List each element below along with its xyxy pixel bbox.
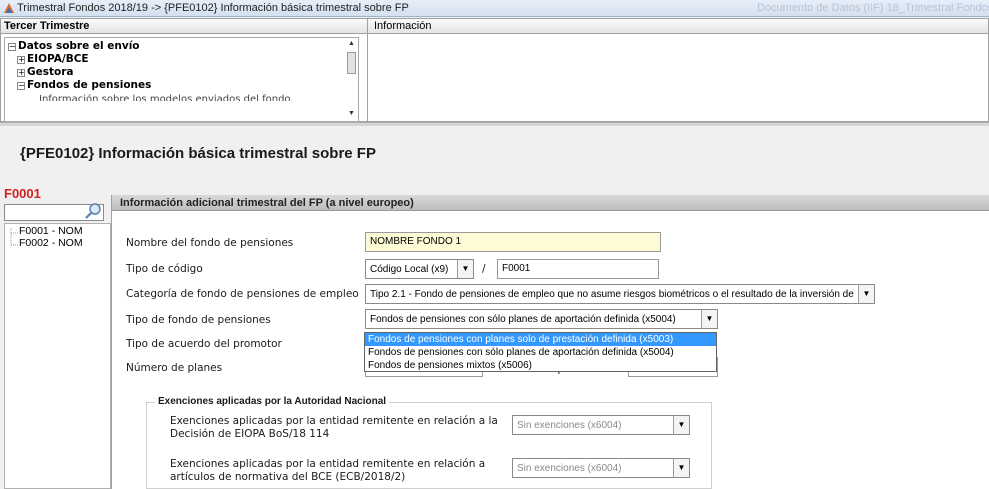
exenciones-group: Exenciones aplicadas por la Autoridad Na… (146, 396, 712, 489)
tipo-acuerdo-label: Tipo de acuerdo del promotor (126, 338, 282, 350)
tree-node-eiopa-bce[interactable]: + EIOPA/BCE (17, 53, 89, 65)
window-title-secondary: Documento de Datos (IIF) 18_Trimestral F… (757, 2, 989, 14)
tree-node-label: Gestora (27, 66, 74, 78)
dropdown-option[interactable]: Fondos de pensiones con planes solo de p… (365, 333, 716, 346)
dropdown-option[interactable]: Fondos de pensiones con sólo planes de a… (365, 346, 716, 359)
fund-list[interactable]: F0001 - NOM F0002 - NOM (4, 223, 111, 489)
codigo-field[interactable]: F0001 (497, 259, 659, 279)
tree-node-label: Información sobre los modelos enviados d… (39, 94, 291, 105)
expand-icon[interactable]: + (17, 56, 25, 64)
exenciones-eiopa-label-cont: Decisión de EIOPA BoS/18 114 (170, 428, 330, 440)
chevron-down-icon[interactable]: ▼ (457, 260, 473, 278)
tree-node-informacion-modelos[interactable]: Información sobre los modelos enviados d… (39, 94, 291, 105)
app-icon (4, 3, 14, 13)
select-value: Sin exenciones (x6004) (517, 420, 622, 431)
list-item[interactable]: F0002 - NOM (19, 237, 83, 249)
collapse-icon[interactable]: − (8, 43, 16, 51)
tipo-fondo-label: Tipo de fondo de pensiones (126, 314, 271, 326)
tipo-codigo-label: Tipo de código (126, 263, 203, 275)
search-icon[interactable] (82, 201, 106, 221)
exenciones-bce-select[interactable]: Sin exenciones (x6004) ▼ (512, 458, 690, 478)
form-code: F0001 (4, 186, 41, 201)
chevron-down-icon[interactable]: ▼ (858, 285, 874, 303)
tree-panel: Tercer Trimestre − Datos sobre el envío +… (0, 18, 368, 122)
chevron-down-icon[interactable]: ▼ (701, 310, 717, 328)
tree-node-datos-envio[interactable]: − Datos sobre el envío (8, 40, 140, 52)
exenciones-group-title: Exenciones aplicadas por la Autoridad Na… (155, 396, 390, 407)
collapse-icon[interactable]: − (17, 82, 25, 90)
select-value: Código Local (x9) (370, 264, 449, 275)
tree-scrollbar[interactable]: ▲ ▼ (346, 40, 357, 120)
main-area: {PFE0102} Información básica trimestral … (0, 126, 989, 489)
exenciones-eiopa-select[interactable]: Sin exenciones (x6004) ▼ (512, 415, 690, 435)
tree-node-label: Datos sobre el envío (18, 40, 140, 52)
info-header: Información (368, 19, 988, 34)
scroll-thumb[interactable] (347, 52, 356, 74)
expand-icon[interactable]: + (17, 69, 25, 77)
tree-node-label: Fondos de pensiones (27, 79, 152, 91)
tree-node-gestora[interactable]: + Gestora (17, 66, 74, 78)
info-panel: Información (368, 18, 989, 122)
tree-node-label: EIOPA/BCE (27, 53, 89, 65)
exenciones-bce-label-cont: artículos de normativa del BCE (ECB/2018… (170, 471, 406, 483)
chevron-down-icon[interactable]: ▼ (673, 459, 689, 477)
num-planes-label: Número de planes (126, 362, 223, 374)
tipo-fondo-select[interactable]: Fondos de pensiones con sólo planes de a… (365, 309, 718, 329)
slash-separator: / (482, 263, 486, 275)
list-item[interactable]: F0001 - NOM (19, 225, 83, 237)
nombre-fondo-field[interactable]: NOMBRE FONDO 1 (365, 232, 661, 252)
tipo-codigo-select[interactable]: Código Local (x9) ▼ (365, 259, 474, 279)
select-value: Fondos de pensiones con sólo planes de a… (370, 314, 676, 325)
nombre-fondo-label: Nombre del fondo de pensiones (126, 237, 294, 249)
chevron-down-icon[interactable]: ▼ (673, 416, 689, 434)
tree-header: Tercer Trimestre (1, 19, 367, 34)
tree-view[interactable]: − Datos sobre el envío + EIOPA/BCE + Gestor… (4, 37, 359, 122)
tipo-fondo-dropdown-list[interactable]: Fondos de pensiones con planes solo de p… (364, 332, 717, 372)
scroll-up-icon[interactable]: ▲ (346, 40, 357, 50)
select-value: Sin exenciones (x6004) (517, 463, 622, 474)
select-value: Tipo 2.1 - Fondo de pensiones de empleo … (370, 289, 856, 300)
tree-node-fondos-pensiones[interactable]: − Fondos de pensiones (17, 79, 151, 91)
tree-lines-icon (10, 228, 18, 246)
exenciones-bce-label: Exenciones aplicadas por la entidad remi… (170, 458, 486, 470)
dropdown-option[interactable]: Fondos de pensiones mixtos (x5006) (365, 359, 716, 372)
page-title: {PFE0102} Información básica trimestral … (20, 145, 376, 162)
window-title: Trimestral Fondos 2018/19 -> {PFE0102} I… (17, 2, 409, 14)
exenciones-eiopa-label: Exenciones aplicadas por la entidad remi… (170, 415, 498, 427)
scroll-down-icon[interactable]: ▼ (346, 110, 357, 120)
categoria-select[interactable]: Tipo 2.1 - Fondo de pensiones de empleo … (365, 284, 875, 304)
window-titlebar: Trimestral Fondos 2018/19 -> {PFE0102} I… (0, 0, 989, 17)
categoria-label: Categoría de fondo de pensiones de emple… (126, 288, 359, 300)
section-header: Información adicional trimestral del FP … (112, 195, 989, 211)
